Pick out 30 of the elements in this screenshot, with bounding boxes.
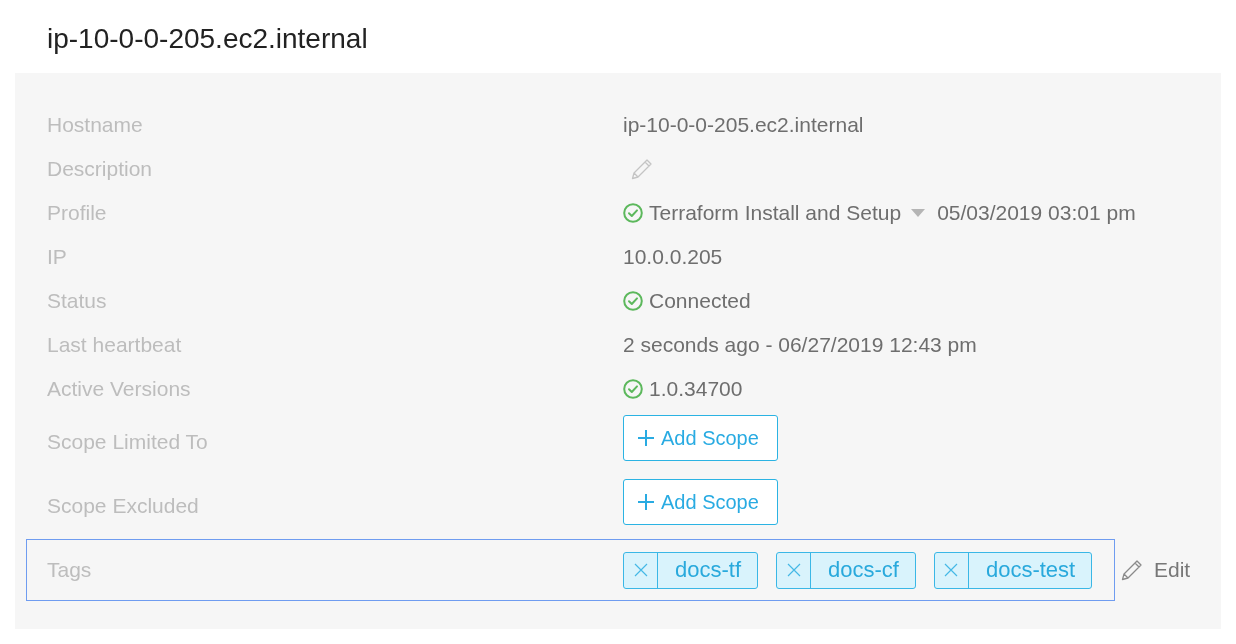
plus-icon <box>638 430 654 446</box>
add-scope-button[interactable]: Add Scope <box>623 479 778 525</box>
field-value: ip-10-0-0-205.ec2.internal <box>623 113 864 137</box>
status-value: Connected <box>649 289 751 313</box>
status-value: 1.0.34700 <box>649 377 743 401</box>
field-value: 2 seconds ago - 06/27/2019 12:43 pm <box>623 333 977 357</box>
field-label: Profile <box>47 201 108 225</box>
profile-name[interactable]: Terraform Install and Setup <box>649 201 902 225</box>
profile-date: 05/03/2019 03:01 pm <box>937 201 1136 225</box>
tag-label: docs-test <box>984 556 1077 584</box>
tag-label: docs-cf <box>827 556 900 584</box>
field-label: Last heartbeat <box>47 333 183 357</box>
close-icon <box>786 563 801 577</box>
field-label: Active Versions <box>47 377 192 401</box>
caret-down-icon[interactable] <box>911 209 926 217</box>
close-icon <box>633 563 648 577</box>
add-scope-button[interactable]: Add Scope <box>623 415 778 461</box>
plus-icon <box>638 494 654 510</box>
field-label: Scope Limited To <box>47 429 209 455</box>
edit-link[interactable]: Edit <box>1121 558 1191 582</box>
field-label: IP <box>47 245 68 269</box>
field-label: Scope Excluded <box>47 493 200 519</box>
page-title: ip-10-0-0-205.ec2.internal <box>46 22 369 56</box>
field-label: Hostname <box>47 113 144 137</box>
field-label: Tags <box>47 558 93 582</box>
tag-label: docs-tf <box>674 556 743 584</box>
close-icon <box>944 563 959 577</box>
field-value: 10.0.0.205 <box>623 245 723 269</box>
field-label: Status <box>47 289 108 313</box>
field-label: Description <box>47 157 154 181</box>
